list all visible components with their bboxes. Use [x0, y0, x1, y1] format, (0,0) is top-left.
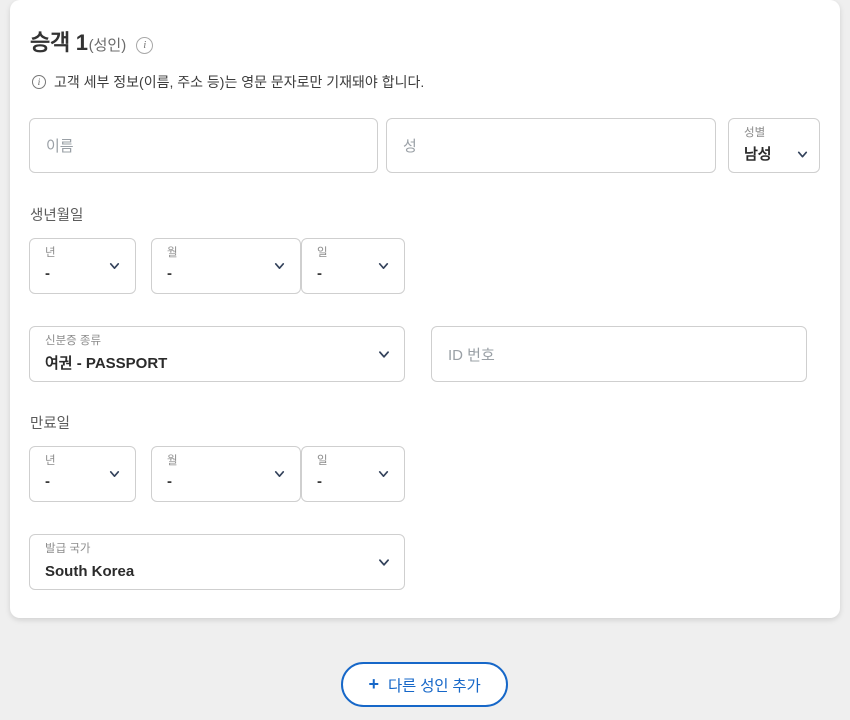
id-type-label: 신분증 종류 [45, 335, 102, 347]
expiry-month-select[interactable]: 월 - [151, 446, 301, 502]
chevron-down-icon [796, 148, 809, 161]
expiry-year-label: 년 [45, 455, 56, 467]
chevron-down-icon [273, 260, 286, 273]
expiry-month-label: 월 [167, 455, 178, 467]
gender-label: 성별 [744, 127, 766, 139]
passenger-card: 승객 1 (성인) i i 고객 세부 정보(이름, 주소 등)는 영문 문자로… [10, 0, 840, 618]
birth-year-select[interactable]: 년 - [29, 238, 136, 294]
expiry-day-label: 일 [317, 455, 328, 467]
passenger-details-page: 승객 1 (성인) i i 고객 세부 정보(이름, 주소 등)는 영문 문자로… [0, 0, 850, 720]
expiry-day-select[interactable]: 일 - [301, 446, 405, 502]
notice-banner: i 고객 세부 정보(이름, 주소 등)는 영문 문자로만 기재돼야 합니다. [32, 72, 424, 92]
last-name-input[interactable]: 성 [386, 118, 716, 173]
passenger-card-header: 승객 1 (성인) i [30, 25, 154, 57]
birth-day-select[interactable]: 일 - [301, 238, 405, 294]
id-type-value: 여권 - PASSPORT [45, 354, 168, 372]
chevron-down-icon [273, 468, 286, 481]
first-name-placeholder: 이름 [46, 138, 74, 155]
id-type-select[interactable]: 신분증 종류 여권 - PASSPORT [29, 326, 405, 382]
birthdate-section-label: 생년월일 [30, 208, 84, 224]
expiry-day-value: - [317, 472, 322, 490]
birth-day-label: 일 [317, 247, 328, 259]
expiry-section-label: 만료일 [30, 416, 71, 432]
issuing-country-label: 발급 국가 [45, 543, 91, 555]
chevron-down-icon [377, 556, 390, 569]
chevron-down-icon [377, 468, 390, 481]
first-name-input[interactable]: 이름 [29, 118, 378, 173]
issuing-country-select[interactable]: 발급 국가 South Korea [29, 534, 405, 590]
last-name-placeholder: 성 [403, 138, 417, 155]
birth-year-label: 년 [45, 247, 56, 259]
page-title: 승객 1 [30, 30, 88, 55]
add-adult-button-label: 다른 성인 추가 [387, 677, 481, 695]
id-number-placeholder: ID 번호 [448, 346, 495, 364]
issuing-country-value: South Korea [45, 562, 135, 580]
chevron-down-icon [377, 260, 390, 273]
plus-icon: + [368, 673, 379, 694]
id-number-input[interactable]: ID 번호 [431, 326, 807, 382]
gender-select[interactable]: 성별 남성 [728, 118, 820, 173]
chevron-down-icon [108, 468, 121, 481]
birth-month-select[interactable]: 월 - [151, 238, 301, 294]
add-adult-button[interactable]: + 다른 성인 추가 [341, 662, 508, 707]
birth-month-label: 월 [167, 247, 178, 259]
birth-month-value: - [167, 264, 172, 282]
expiry-year-select[interactable]: 년 - [29, 446, 136, 502]
notice-text: 고객 세부 정보(이름, 주소 등)는 영문 문자로만 기재돼야 합니다. [54, 74, 425, 90]
passenger-type-label: (성인) [88, 37, 127, 54]
birth-day-value: - [317, 264, 322, 282]
chevron-down-icon [377, 348, 390, 361]
gender-value: 남성 [744, 145, 772, 163]
birth-year-value: - [45, 264, 50, 282]
expiry-year-value: - [45, 472, 50, 490]
chevron-down-icon [108, 260, 121, 273]
info-icon[interactable]: i [136, 36, 154, 54]
info-icon: i [32, 75, 46, 89]
expiry-month-value: - [167, 472, 172, 490]
